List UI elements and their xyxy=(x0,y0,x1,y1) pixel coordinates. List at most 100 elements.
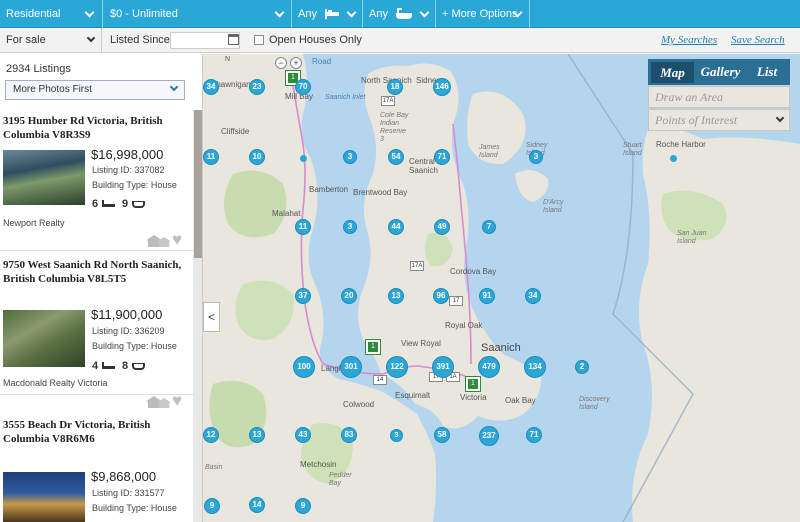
more-options-button[interactable]: + More Options xyxy=(436,0,528,28)
listing-count: 2934 Listings xyxy=(6,63,71,75)
listing-cluster[interactable]: 18 xyxy=(387,79,403,95)
tab-gallery[interactable]: Gallery xyxy=(697,59,744,85)
favorite-heart-icon[interactable]: ♥ xyxy=(172,392,182,409)
listing-address[interactable]: 3195 Humber Rd Victoria, British Columbi… xyxy=(3,114,191,142)
listing-cluster[interactable]: 49 xyxy=(434,219,450,235)
listing-address[interactable]: 3555 Beach Dr Victoria, British Columbia… xyxy=(3,418,191,446)
price-range-label: $0 - Unlimited xyxy=(110,8,178,20)
place-label: Malahat xyxy=(272,209,301,218)
place-label: Basin xyxy=(205,464,223,471)
listing-cluster[interactable]: 44 xyxy=(388,219,404,235)
listing-cluster[interactable]: 134 xyxy=(524,356,546,378)
listing-cluster[interactable]: 3 xyxy=(343,220,357,234)
listing-id: Listing ID: 336209 xyxy=(92,326,165,336)
listing-photo[interactable] xyxy=(3,472,85,522)
listing-cluster[interactable]: 20 xyxy=(341,288,357,304)
favorite-heart-icon[interactable]: ♥ xyxy=(172,231,182,248)
listing-cluster[interactable]: 83 xyxy=(341,427,357,443)
place-label: Oak Bay xyxy=(505,396,536,405)
listing-cluster[interactable]: 10 xyxy=(249,149,265,165)
listing-cluster[interactable]: 34 xyxy=(203,79,219,95)
listing-price: $11,900,000 xyxy=(91,307,163,322)
place-label: Saanich xyxy=(481,342,521,354)
filter-bar: Residential $0 - Unlimited Any Any + Mor… xyxy=(0,0,800,28)
place-label: San Juan Island xyxy=(677,230,707,245)
tab-map[interactable]: Map xyxy=(651,62,694,83)
listing-card[interactable]: 9750 West Saanich Rd North Saanich, Brit… xyxy=(0,254,193,395)
listing-cluster[interactable]: 391 xyxy=(432,356,454,378)
listing-cluster[interactable]: 146 xyxy=(433,78,451,96)
listing-cluster[interactable]: 13 xyxy=(388,288,404,304)
listing-cluster[interactable]: 479 xyxy=(478,356,500,378)
place-label: Cordova Bay xyxy=(450,267,497,276)
baths-select[interactable]: Any xyxy=(363,0,435,28)
listing-id: Listing ID: 331577 xyxy=(92,488,165,498)
listing-cluster[interactable]: 71 xyxy=(526,427,542,443)
listing-cluster[interactable]: 11 xyxy=(295,219,311,235)
place-label: D'Arcy Island xyxy=(543,199,564,214)
draw-area-button[interactable]: Draw an Area xyxy=(648,86,790,108)
listing-cluster[interactable]: 3 xyxy=(343,150,357,164)
listing-cluster[interactable]: 12 xyxy=(203,427,219,443)
view-tabs: Map Gallery List xyxy=(648,59,790,85)
property-type-select[interactable]: Residential xyxy=(0,0,100,28)
sort-select[interactable]: More Photos First xyxy=(5,80,185,100)
brokerage-name: Macdonald Realty Victoria xyxy=(3,378,108,388)
tab-list[interactable]: List xyxy=(748,59,786,85)
zoom-in-button[interactable]: + xyxy=(290,57,302,69)
listing-id: Listing ID: 337082 xyxy=(92,165,165,175)
listing-cluster[interactable]: 3 xyxy=(529,150,543,164)
place-label: Metchosin xyxy=(300,460,337,469)
points-of-interest-select[interactable]: Points of Interest xyxy=(648,109,790,131)
listing-cluster[interactable]: 71 xyxy=(434,149,450,165)
listing-cluster[interactable]: 301 xyxy=(340,356,362,378)
listing-cluster[interactable]: 9 xyxy=(204,498,220,514)
listing-cluster[interactable]: 34 xyxy=(525,288,541,304)
listing-cluster[interactable]: 11 xyxy=(203,149,219,165)
place-label: View Royal xyxy=(401,339,441,348)
listing-address[interactable]: 9750 West Saanich Rd North Saanich, Brit… xyxy=(3,258,191,286)
listing-cluster[interactable]: 13 xyxy=(249,427,265,443)
listing-cluster[interactable]: 37 xyxy=(295,288,311,304)
place-label: Central Saanich xyxy=(409,157,438,175)
map-type-road[interactable]: Road xyxy=(312,57,331,66)
listing-cluster[interactable]: 23 xyxy=(249,79,265,95)
more-options-label: + More Options xyxy=(442,8,518,20)
calendar-icon[interactable] xyxy=(228,34,239,45)
listing-cluster[interactable]: 9 xyxy=(295,498,311,514)
listings-panel: 2934 Listings More Photos First 3195 Hum… xyxy=(0,54,203,522)
listing-photo[interactable] xyxy=(3,310,85,367)
zoom-out-button[interactable]: − xyxy=(275,57,287,69)
collapse-panel-button[interactable]: < xyxy=(203,302,220,332)
price-range-select[interactable]: $0 - Unlimited xyxy=(104,0,290,28)
listing-cluster[interactable]: 2 xyxy=(575,360,589,374)
listing-card[interactable]: 3555 Beach Dr Victoria, British Columbia… xyxy=(0,414,193,522)
listing-cluster[interactable]: 7 xyxy=(482,220,496,234)
map-canvas[interactable]: Shawnigan Mill Bay North Saanich Sidney … xyxy=(203,54,800,522)
listing-cluster[interactable]: 96 xyxy=(433,288,449,304)
transaction-type-select[interactable]: For sale xyxy=(0,28,102,53)
listing-cluster[interactable]: 100 xyxy=(293,356,315,378)
open-houses-checkbox[interactable] xyxy=(254,35,264,45)
listing-cluster[interactable]: 3 xyxy=(390,429,403,442)
listing-marker[interactable] xyxy=(670,155,677,162)
listing-cluster[interactable]: 122 xyxy=(386,356,408,378)
listing-cluster[interactable]: 54 xyxy=(388,149,404,165)
listing-card[interactable]: 3195 Humber Rd Victoria, British Columbi… xyxy=(0,110,193,251)
beds-select[interactable]: Any xyxy=(292,0,362,28)
compass-icon[interactable]: N xyxy=(225,56,230,63)
transaction-type-label: For sale xyxy=(6,34,46,46)
place-label: Colwood xyxy=(343,400,375,409)
scrollbar-thumb[interactable] xyxy=(194,110,202,258)
listing-cluster[interactable]: 91 xyxy=(479,288,495,304)
listing-cluster[interactable]: 237 xyxy=(479,426,499,446)
save-search-link[interactable]: Save Search xyxy=(731,28,785,53)
listing-cluster[interactable]: 58 xyxy=(434,427,450,443)
listing-cluster[interactable]: 14 xyxy=(249,497,265,513)
listing-photo[interactable] xyxy=(3,150,85,205)
listing-cluster[interactable]: 70 xyxy=(295,79,311,95)
listing-cluster[interactable]: 43 xyxy=(295,427,311,443)
listing-marker[interactable] xyxy=(300,155,307,162)
my-searches-link[interactable]: My Searches xyxy=(661,28,717,53)
place-label: Brentwood Bay xyxy=(353,188,408,197)
